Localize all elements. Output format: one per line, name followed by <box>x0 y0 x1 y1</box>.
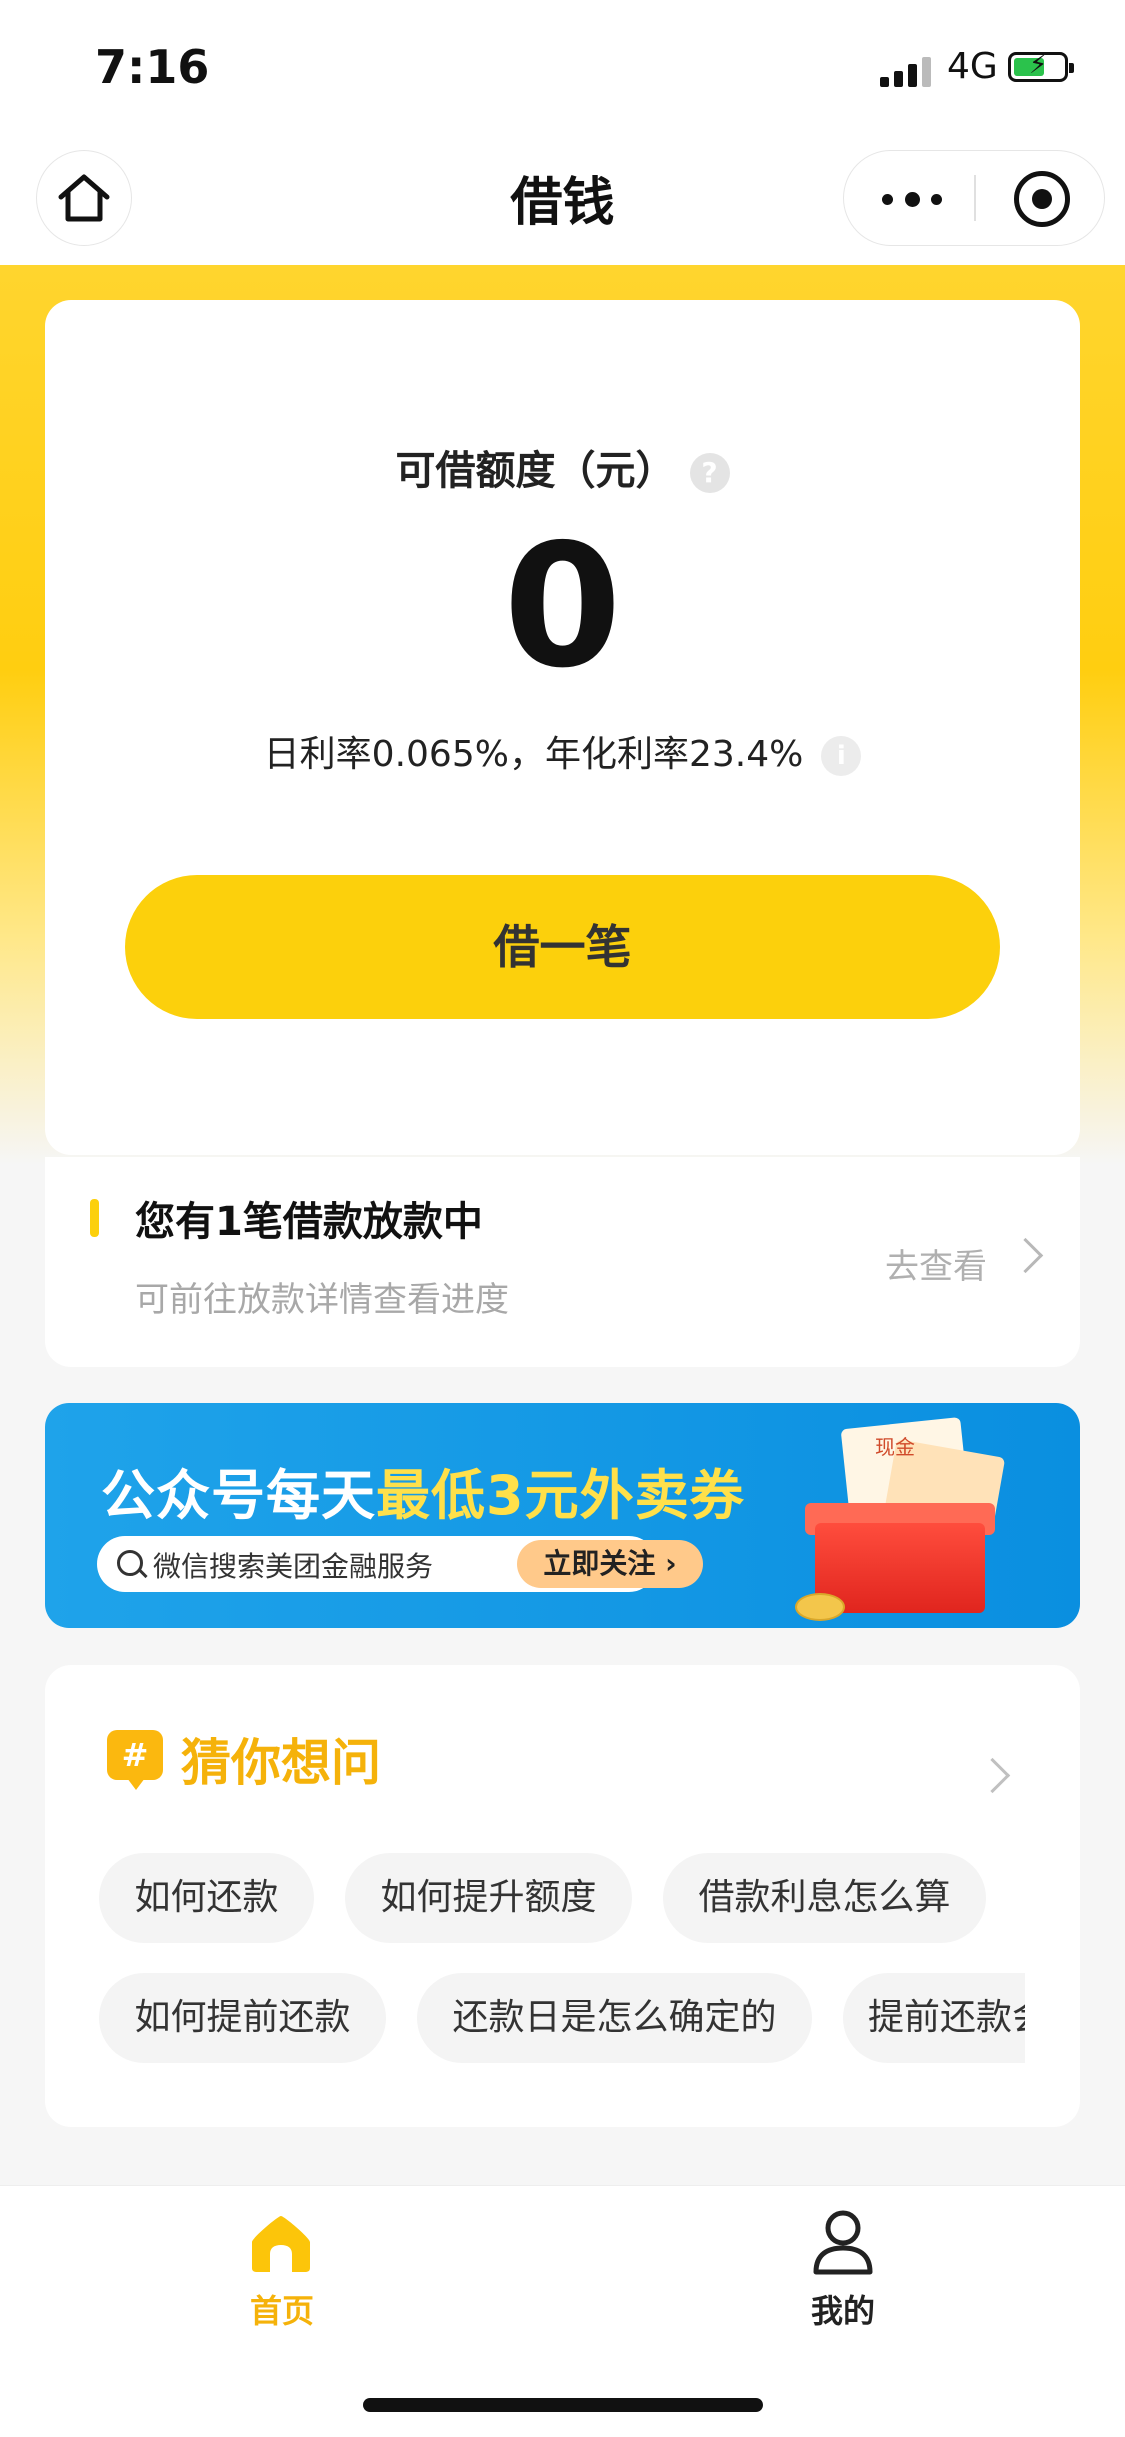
credit-amount: 0 <box>503 508 622 706</box>
search-icon <box>117 1550 143 1576</box>
faq-chip-list: 如何还款 如何提升额度 借款利息怎么算 如何提前还款 还款日是怎么确定的 提前还… <box>45 1665 1025 2127</box>
battery-icon: ⚡ <box>1008 50 1074 82</box>
tab-me-label[interactable]: 我的 <box>783 2286 903 2332</box>
banner-title-prefix: 公众号每天 <box>101 1464 376 1527</box>
status-time: 7:16 <box>95 40 210 94</box>
faq-chip[interactable]: 还款日是怎么确定的 <box>417 1973 812 2063</box>
faq-chip[interactable]: 如何还款 <box>99 1853 314 1943</box>
promo-banner[interactable]: 公众号每天最低3元外卖券 微信搜索美团金融服务 立即关注 › 现金 <box>45 1403 1080 1628</box>
banner-search-pill: 微信搜索美团金融服务 立即关注 › <box>97 1536 703 1592</box>
home-indicator <box>363 2398 763 2412</box>
rate-row: 日利率0.065%，年化利率23.4% i <box>45 725 1080 777</box>
follow-button[interactable]: 立即关注 › <box>517 1540 703 1588</box>
status-accent-bar <box>90 1199 99 1237</box>
credit-label-row: 可借额度（元）? <box>45 438 1080 496</box>
view-details-link[interactable]: 去查看 <box>885 1239 987 1288</box>
help-icon[interactable]: ? <box>689 453 730 493</box>
loan-status-title: 您有1笔借款放款中 <box>135 1199 483 1245</box>
home-tab-icon[interactable] <box>248 2212 314 2274</box>
loan-status-card[interactable]: 您有1笔借款放款中 可前往放款详情查看进度 去查看 <box>45 1157 1080 1367</box>
loan-status-subtitle: 可前往放款详情查看进度 <box>135 1280 509 1320</box>
rate-text: 日利率0.065%，年化利率23.4% <box>263 734 804 775</box>
banner-title-highlight: 最低3元外卖券 <box>376 1464 745 1527</box>
faq-chip[interactable]: 提前还款会 <box>843 1973 1025 2063</box>
borrow-button[interactable]: 借一笔 <box>125 875 1000 1019</box>
banner-title: 公众号每天最低3元外卖券 <box>101 1451 745 1530</box>
chevron-right-icon <box>1007 1237 1044 1274</box>
tab-home-label[interactable]: 首页 <box>222 2286 342 2332</box>
faq-chip[interactable]: 借款利息怎么算 <box>663 1853 986 1943</box>
more-icon[interactable] <box>882 179 942 219</box>
info-icon[interactable]: i <box>821 736 862 776</box>
coin-icon <box>795 1593 845 1621</box>
network-type: 4G <box>947 46 998 87</box>
faq-chip[interactable]: 如何提前还款 <box>99 1973 386 2063</box>
banner-search-text: 微信搜索美团金融服务 <box>153 1550 434 1583</box>
faq-card: # 猜你想问 如何还款 如何提升额度 借款利息怎么算 如何提前还款 还款日是怎么… <box>45 1665 1080 2127</box>
mini-program-capsule <box>843 150 1105 246</box>
credit-label: 可借额度（元） <box>395 448 676 494</box>
faq-chip[interactable]: 如何提升额度 <box>345 1853 632 1943</box>
gift-paper-text: 现金 <box>875 1435 915 1459</box>
user-icon[interactable] <box>810 2208 876 2278</box>
signal-icon <box>880 55 935 87</box>
credit-card: 可借额度（元）? 0 日利率0.065%，年化利率23.4% i 借一笔 <box>45 300 1080 1155</box>
capsule-divider <box>974 175 976 221</box>
status-bar: 7:16 4G ⚡ <box>0 0 1125 135</box>
close-icon[interactable] <box>1014 171 1070 227</box>
